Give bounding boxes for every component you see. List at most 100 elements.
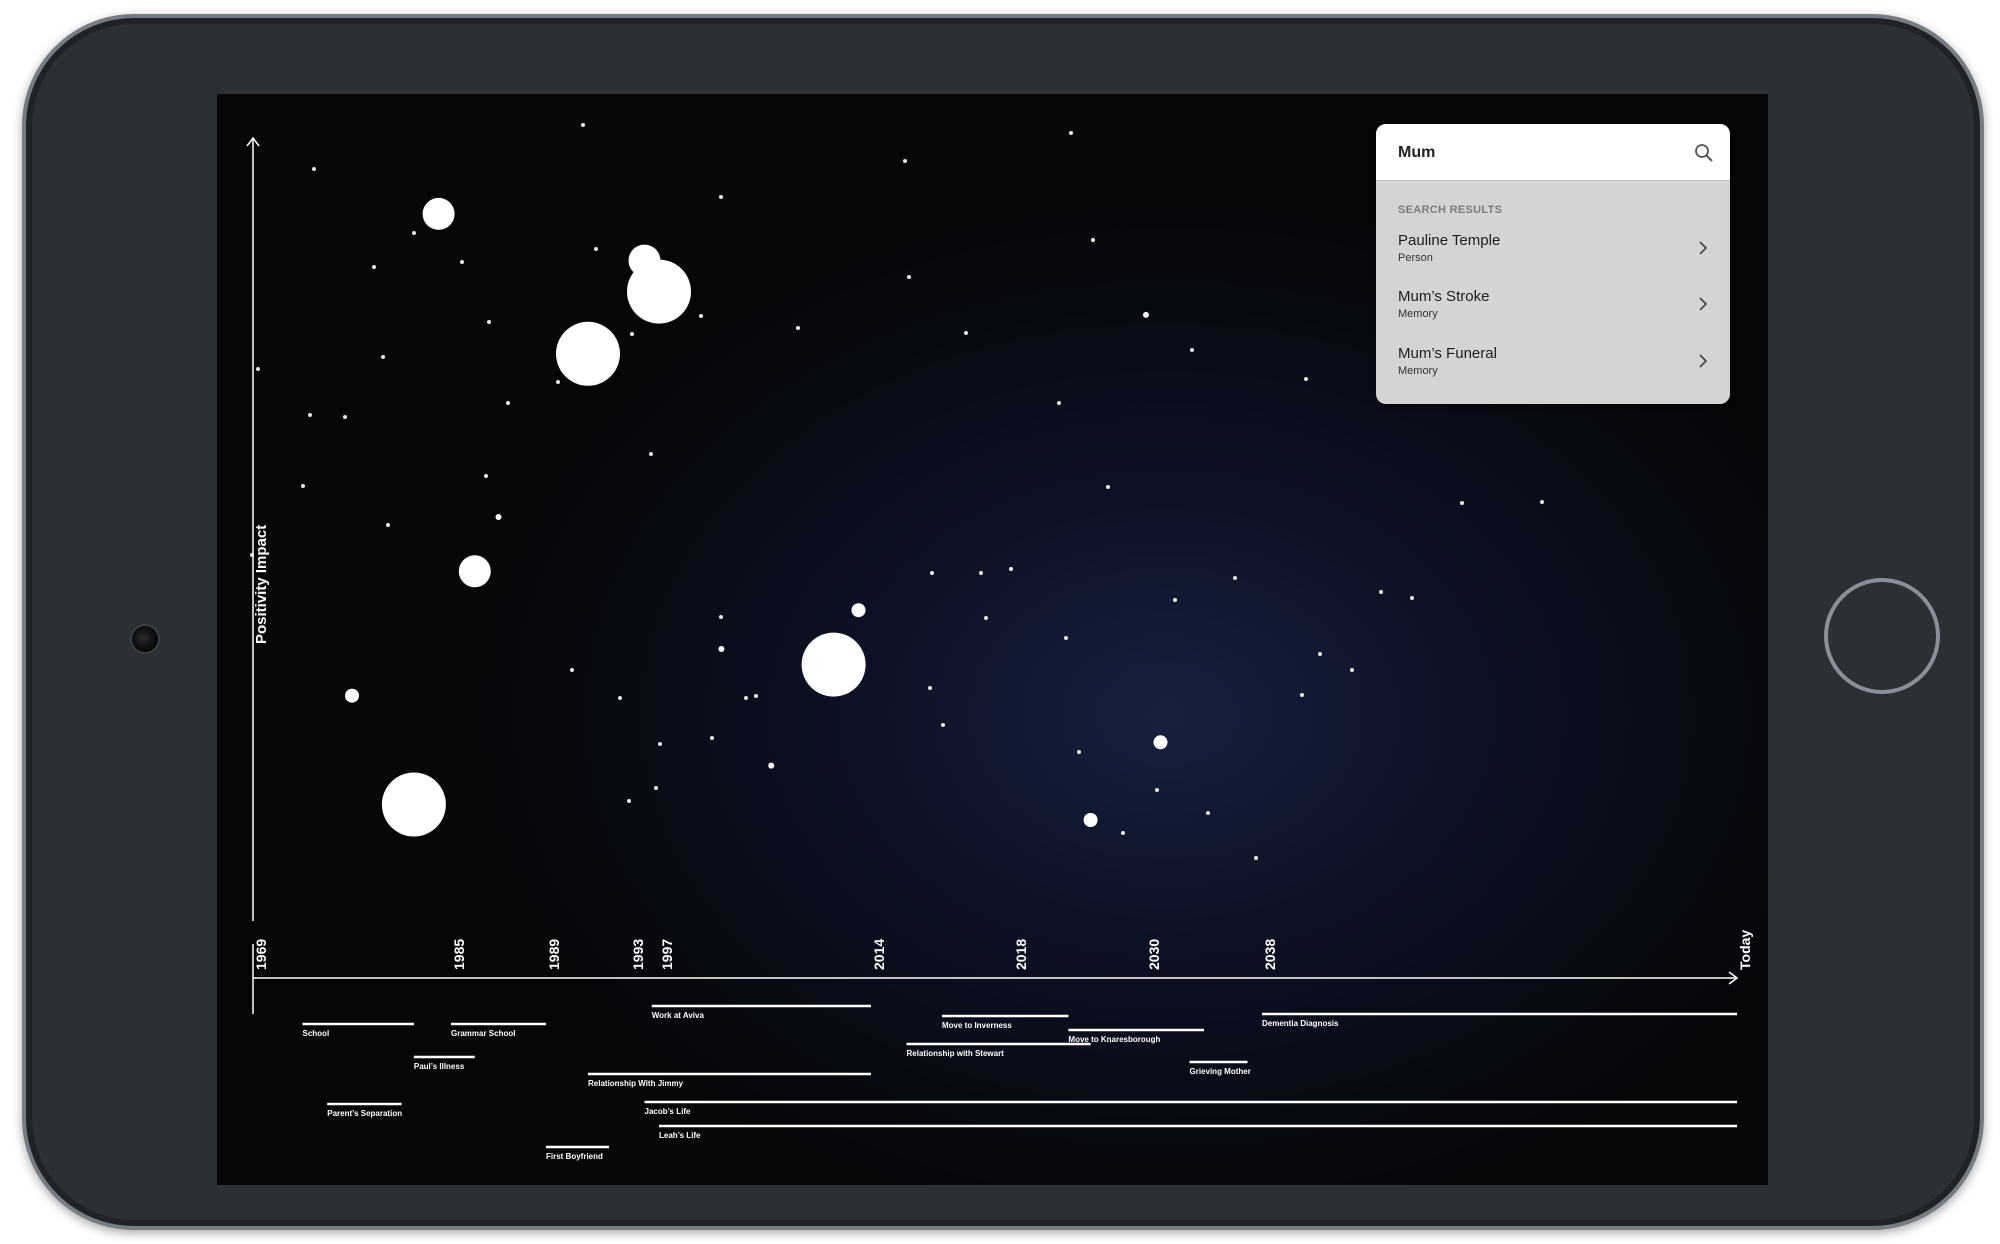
background-star	[654, 786, 658, 790]
background-star	[301, 484, 305, 488]
life-event-bars	[302, 1004, 1737, 1149]
memory-dot[interactable]	[458, 555, 491, 588]
background-star	[618, 696, 622, 700]
life-event-label: Dementia Diagnosis	[1262, 1019, 1339, 1028]
background-star	[506, 401, 510, 405]
background-star	[1379, 590, 1383, 594]
memory-dot[interactable]	[801, 632, 866, 697]
life-event-label: Parent’s Separation	[327, 1109, 403, 1118]
life-event-label: Grammar School	[451, 1029, 516, 1038]
search-panel: SEARCH RESULTS Pauline Temple Person Mum…	[1376, 124, 1730, 404]
tablet-frame: Positivity Impact 1969 1985 1989 1993 1997 20…	[22, 14, 1984, 1230]
search-result-item[interactable]: Mum’s Stroke Memory	[1376, 288, 1730, 340]
background-star	[649, 452, 653, 456]
memory-dot[interactable]	[851, 603, 866, 618]
background-star	[556, 380, 560, 384]
search-bar	[1376, 124, 1730, 181]
memory-dot[interactable]	[495, 514, 502, 520]
chevron-right-icon	[1699, 297, 1708, 311]
background-star	[928, 686, 932, 690]
background-star	[630, 332, 634, 336]
memory-dot[interactable]	[345, 688, 359, 703]
result-type: Memory	[1398, 365, 1438, 377]
x-tick-label: 2030	[1146, 938, 1162, 970]
background-star	[744, 696, 748, 700]
background-star	[1069, 131, 1073, 135]
background-star	[710, 736, 714, 740]
memory-dot[interactable]	[627, 259, 691, 324]
background-star	[1206, 811, 1210, 815]
memory-dot[interactable]	[1143, 311, 1149, 318]
background-star	[754, 694, 758, 698]
chevron-right-icon	[1699, 241, 1708, 255]
background-star	[903, 159, 907, 163]
memory-dot[interactable]	[768, 762, 775, 769]
search-result-item[interactable]: Pauline Temple Person	[1376, 232, 1730, 284]
result-title: Pauline Temple	[1398, 232, 1501, 249]
x-tick-label: 1989	[546, 938, 562, 970]
background-star	[719, 615, 723, 619]
background-star	[312, 167, 316, 171]
background-star	[658, 742, 662, 746]
x-tick-label: 2018	[1013, 938, 1029, 970]
life-event-label: Jacob’s Life	[644, 1107, 691, 1116]
background-star	[907, 275, 911, 279]
background-star	[487, 320, 491, 324]
x-tick-label: 1969	[253, 938, 269, 970]
background-star	[699, 314, 703, 318]
background-star	[964, 331, 968, 335]
memory-dot[interactable]	[718, 646, 725, 652]
result-title: Mum’s Stroke	[1398, 288, 1490, 305]
background-star	[1254, 856, 1258, 860]
home-button[interactable]	[1824, 578, 1940, 694]
x-tick-label: 1993	[630, 938, 646, 970]
search-icon[interactable]	[1694, 143, 1714, 163]
result-title: Mum’s Funeral	[1398, 345, 1497, 362]
background-star	[1233, 576, 1237, 580]
memory-dot[interactable]	[381, 772, 446, 837]
background-star	[984, 616, 988, 620]
background-star	[381, 355, 385, 359]
background-star	[1460, 501, 1464, 505]
x-tick-label: 2038	[1262, 938, 1278, 970]
app-screen: Positivity Impact 1969 1985 1989 1993 1997 20…	[217, 94, 1768, 1185]
background-star	[941, 723, 945, 727]
background-star	[570, 668, 574, 672]
background-star	[256, 367, 260, 371]
background-star	[979, 571, 983, 575]
background-star	[1106, 485, 1110, 489]
life-event-label: Leah’s Life	[659, 1131, 701, 1140]
search-results-heading: SEARCH RESULTS	[1398, 204, 1503, 216]
result-type: Person	[1398, 252, 1433, 264]
search-input[interactable]	[1396, 138, 1680, 168]
background-star	[796, 326, 800, 330]
x-tick-label: 1985	[451, 938, 467, 970]
memory-dot[interactable]	[556, 321, 620, 386]
life-event-label: Relationship With Jimmy	[588, 1079, 684, 1088]
background-star	[1057, 401, 1061, 405]
background-star	[308, 413, 312, 417]
background-star	[484, 474, 488, 478]
background-star	[719, 195, 723, 199]
background-star	[1173, 598, 1177, 602]
memory-dot[interactable]	[422, 197, 455, 230]
memory-dot[interactable]	[1083, 813, 1098, 827]
life-event-label: Work at Aviva	[651, 1011, 704, 1020]
life-event-label: School	[302, 1029, 330, 1038]
x-tick-label: Today	[1737, 929, 1753, 970]
memory-dot[interactable]	[1153, 735, 1168, 750]
background-star	[1304, 377, 1308, 381]
background-star	[1091, 238, 1095, 242]
background-star	[1350, 668, 1354, 672]
background-star	[1155, 788, 1159, 792]
background-star	[1300, 693, 1304, 697]
background-star	[581, 123, 585, 127]
x-tick-label: 2014	[871, 938, 887, 970]
life-event-label: Move to Inverness	[942, 1021, 1012, 1030]
search-result-item[interactable]: Mum’s Funeral Memory	[1376, 345, 1730, 397]
background-star	[1190, 348, 1194, 352]
background-star	[343, 415, 347, 419]
background-star	[386, 523, 390, 527]
background-star	[1410, 596, 1414, 600]
x-tick-label: 1997	[659, 938, 675, 970]
